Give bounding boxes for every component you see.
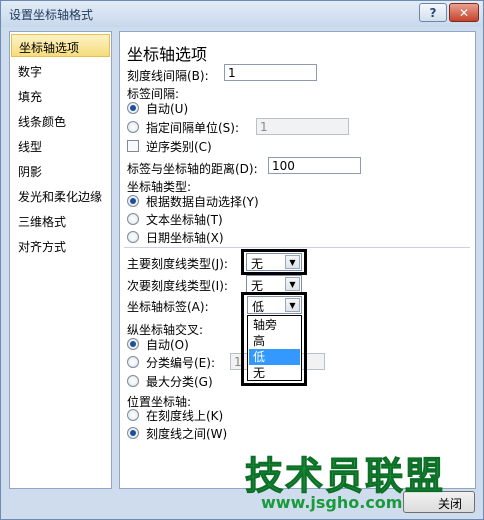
position-on-tick-label: 在刻度线上(K) — [146, 409, 224, 423]
watermark-url: www.jsgho.com — [261, 493, 403, 512]
nav-item-label: 三维格式 — [18, 215, 67, 229]
label-interval-auto-radio[interactable] — [127, 102, 139, 114]
axis-type-date-label: 日期坐标轴(X) — [146, 231, 224, 245]
nav-item-axis-options[interactable]: 坐标轴选项 — [11, 34, 110, 57]
position-between-label: 刻度线之间(W) — [146, 427, 228, 441]
nav-item-label: 线条颜色 — [18, 115, 67, 129]
axis-type-date-radio[interactable] — [127, 231, 139, 243]
cross-auto-label: 自动(O) — [146, 338, 189, 352]
reverse-order-label: 逆序类别(C) — [146, 140, 212, 154]
highlight-box — [241, 249, 307, 275]
nav-item-line-color[interactable]: 线条颜色 — [11, 109, 110, 132]
help-button[interactable]: ? — [419, 3, 447, 22]
nav-item-shadow[interactable]: 阴影 — [11, 159, 110, 182]
nav-item-label: 填充 — [18, 90, 43, 104]
nav-item-number[interactable]: 数字 — [11, 59, 110, 82]
tick-interval-label: 刻度线间隔(B): — [127, 69, 209, 83]
cross-category-radio[interactable] — [127, 356, 139, 368]
major-tick-label: 主要刻度线类型(J): — [127, 257, 228, 271]
category-list: 坐标轴选项 数字 填充 线条颜色 线型 阴影 发光和柔化边缘 三维格式 对齐方式 — [9, 31, 112, 489]
section-divider — [124, 247, 470, 248]
nav-item-label: 对齐方式 — [18, 240, 67, 254]
cross-auto-radio[interactable] — [127, 338, 139, 350]
nav-item-3d-format[interactable]: 三维格式 — [11, 209, 110, 232]
nav-item-label: 阴影 — [18, 165, 43, 179]
nav-item-label: 数字 — [18, 65, 43, 79]
axis-type-text-radio[interactable] — [127, 213, 139, 225]
title-bar: 设置坐标轴格式 ? ✕ — [1, 1, 483, 27]
position-on-tick-radio[interactable] — [127, 409, 139, 421]
nav-item-line-style[interactable]: 线型 — [11, 134, 110, 157]
close-icon: ✕ — [458, 5, 470, 20]
label-distance-label: 标签与坐标轴的距离(D): — [127, 162, 258, 176]
label-interval-input[interactable]: 1 — [256, 118, 349, 135]
minor-tick-label: 次要刻度线类型(I): — [127, 279, 228, 293]
cross-max-label: 最大分类(G) — [146, 375, 213, 389]
nav-item-glow[interactable]: 发光和柔化边缘 — [11, 184, 110, 207]
axis-options-panel: 坐标轴选项 刻度线间隔(B): 1 标签间隔: 自动(U) 指定间隔单位(S):… — [119, 31, 476, 489]
close-button[interactable]: ✕ — [449, 3, 479, 22]
cross-category-label: 分类编号(E): — [146, 356, 215, 370]
tick-interval-input[interactable]: 1 — [224, 64, 317, 81]
help-icon: ? — [429, 5, 437, 20]
watermark: 技术员联盟 www.jsgho.com — [245, 445, 445, 515]
nav-item-fill[interactable]: 填充 — [11, 84, 110, 107]
minor-tick-select[interactable]: 无 ▼ — [246, 275, 302, 293]
tick-interval-value: 1 — [228, 66, 236, 80]
highlight-box — [241, 292, 307, 386]
axis-labels-label: 坐标轴标签(A): — [127, 300, 209, 314]
nav-item-label: 线型 — [18, 140, 43, 154]
label-interval-auto-label: 自动(U) — [146, 102, 189, 116]
nav-item-alignment[interactable]: 对齐方式 — [11, 234, 110, 257]
chevron-down-icon: ▼ — [285, 277, 300, 291]
reverse-order-checkbox[interactable] — [127, 140, 139, 152]
cross-max-radio[interactable] — [127, 375, 139, 387]
panel-title: 坐标轴选项 — [127, 45, 208, 64]
position-between-radio[interactable] — [127, 427, 139, 439]
axis-type-text-label: 文本坐标轴(T) — [146, 213, 223, 227]
label-distance-value: 100 — [272, 159, 295, 173]
axis-type-auto-label: 根据数据自动选择(Y) — [146, 195, 259, 209]
label-interval-value: 1 — [260, 120, 268, 134]
axis-type-auto-radio[interactable] — [127, 195, 139, 207]
window-title: 设置坐标轴格式 — [9, 8, 94, 22]
label-distance-input[interactable]: 100 — [268, 157, 361, 174]
nav-item-label: 发光和柔化边缘 — [18, 190, 103, 204]
label-interval-specify-label: 指定间隔单位(S): — [146, 121, 240, 135]
watermark-title: 技术员联盟 — [245, 454, 446, 499]
format-axis-dialog: 设置坐标轴格式 ? ✕ 坐标轴选项 数字 填充 线条颜色 线型 阴影 发光和柔化… — [0, 0, 484, 520]
nav-item-label: 坐标轴选项 — [19, 41, 80, 55]
label-interval-specify-radio[interactable] — [127, 121, 139, 133]
